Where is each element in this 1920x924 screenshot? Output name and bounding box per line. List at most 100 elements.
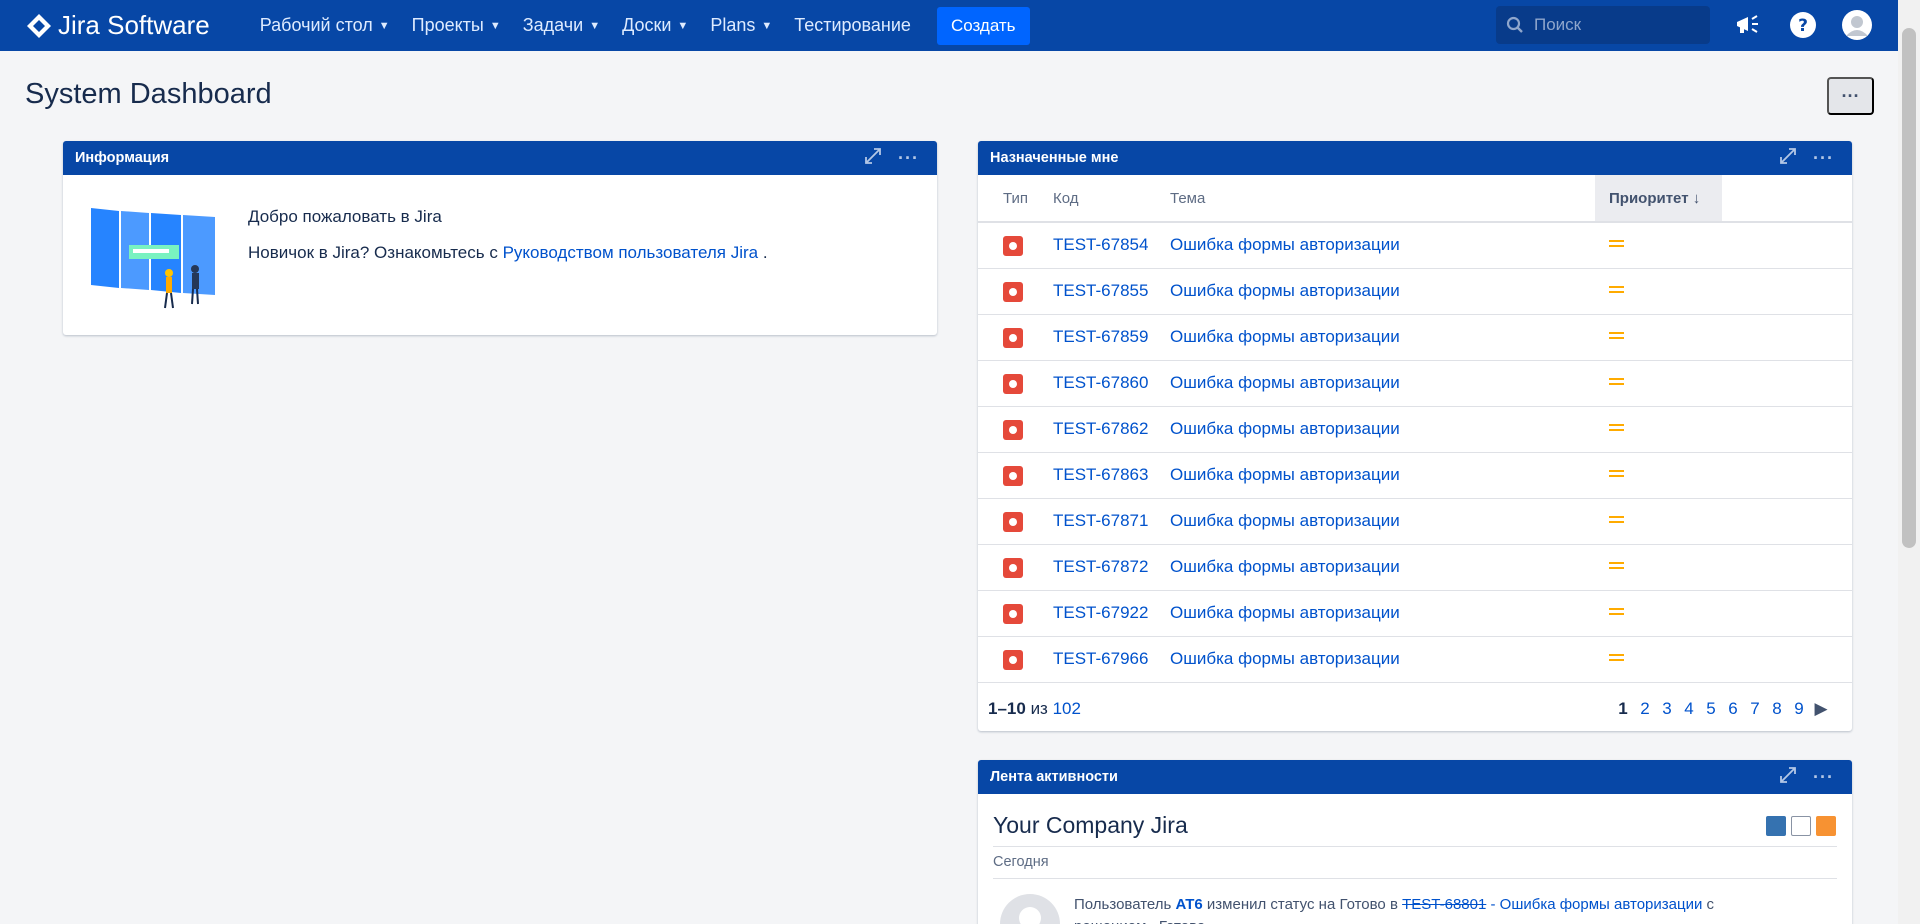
issue-key-link[interactable]: TEST-67862 — [1053, 419, 1148, 438]
boards-illustration — [91, 203, 221, 318]
newbie-text: Новичок в Jira? Ознакомьтесь с Руководст… — [248, 243, 768, 263]
nav-projects[interactable]: Проекты ▼ — [412, 15, 501, 36]
page-number-link[interactable]: 5 — [1704, 699, 1718, 719]
issue-priority-cell — [1595, 314, 1722, 361]
issue-summary-cell: Ошибка формы авторизации — [1170, 544, 1595, 591]
issue-summary-link[interactable]: Ошибка формы авторизации — [1170, 327, 1400, 346]
help-icon[interactable]: ? — [1788, 10, 1818, 40]
column-summary[interactable]: Тема — [1170, 175, 1595, 223]
issue-type-cell — [978, 360, 1053, 407]
issue-summary-cell: Ошибка формы авторизации — [1170, 452, 1595, 499]
maximize-icon[interactable] — [1779, 766, 1797, 788]
jira-diamond-icon — [27, 13, 51, 38]
column-key[interactable]: Код — [1053, 175, 1170, 223]
rss-feed-icon[interactable] — [1816, 816, 1836, 836]
page-number-link[interactable]: 9 — [1792, 699, 1806, 719]
user-avatar[interactable] — [1842, 10, 1872, 40]
bug-icon — [1003, 603, 1023, 624]
column-type[interactable]: Тип — [978, 175, 1053, 223]
dashboard-more-button[interactable]: ··· — [1827, 77, 1874, 115]
issue-key-link[interactable]: TEST-67859 — [1053, 327, 1148, 346]
results-total-link[interactable]: 102 — [1053, 699, 1081, 718]
issue-key-cell: TEST-67859 — [1053, 314, 1170, 361]
issue-key-link[interactable]: TEST-67872 — [1053, 557, 1148, 576]
bug-icon — [1003, 235, 1023, 256]
page-number-link[interactable]: 7 — [1748, 699, 1762, 719]
chevron-down-icon: ▼ — [589, 19, 601, 32]
table-row: TEST-67863 Ошибка формы авторизации — [978, 452, 1852, 499]
issue-summary-link[interactable]: Ошибка формы авторизации — [1170, 603, 1400, 622]
activity-entry: Пользователь AT6 изменил статус на Готов… — [1074, 894, 1714, 924]
entry-action: изменил статус на Готово в — [1206, 896, 1398, 913]
issue-key-link[interactable]: TEST-67860 — [1053, 373, 1148, 392]
issue-key-link[interactable]: TEST-67871 — [1053, 511, 1148, 530]
activity-issue-key-link[interactable]: TEST-68801 — [1402, 896, 1486, 913]
newbie-suffix: . — [762, 243, 768, 262]
priority-medium-icon — [1609, 513, 1624, 526]
table-row: TEST-67922 Ошибка формы авторизации — [978, 590, 1852, 637]
maximize-icon[interactable] — [864, 147, 882, 169]
search-input[interactable] — [1534, 15, 1694, 35]
page-number-link[interactable]: 2 — [1638, 699, 1652, 719]
bug-icon — [1003, 281, 1023, 302]
search-box[interactable] — [1496, 6, 1710, 44]
announcements-icon[interactable] — [1733, 10, 1763, 40]
jira-logo[interactable]: Jira Software — [26, 10, 210, 41]
issue-priority-cell — [1595, 498, 1722, 545]
next-page-icon[interactable]: ▶ — [1814, 699, 1828, 719]
issue-key-cell: TEST-67862 — [1053, 406, 1170, 453]
issue-key-link[interactable]: TEST-67863 — [1053, 465, 1148, 484]
nav-boards[interactable]: Доски ▼ — [622, 15, 688, 36]
activity-user-link[interactable]: AT6 — [1176, 896, 1203, 913]
issue-summary-link[interactable]: Ошибка формы авторизации — [1170, 649, 1400, 668]
issue-summary-link[interactable]: Ошибка формы авторизации — [1170, 557, 1400, 576]
page-number-link[interactable]: 6 — [1726, 699, 1740, 719]
scrollbar-thumb[interactable] — [1902, 28, 1916, 548]
more-options-icon[interactable]: ··· — [1813, 767, 1834, 788]
search-icon — [1506, 16, 1523, 33]
activity-user-avatar — [1000, 894, 1060, 924]
issue-summary-link[interactable]: Ошибка формы авторизации — [1170, 281, 1400, 300]
nav-plans[interactable]: Plans ▼ — [710, 15, 772, 36]
issue-summary-link[interactable]: Ошибка формы авторизации — [1170, 235, 1400, 254]
page-number-link[interactable]: 1 — [1616, 699, 1630, 719]
assigned-to-me-gadget: Назначенные мне ··· Тип Код Тема Приорит… — [978, 141, 1852, 731]
column-priority[interactable]: Приоритет ↓ — [1595, 175, 1722, 223]
issue-type-cell — [978, 498, 1053, 545]
nav-testing-label: Тестирование — [794, 15, 911, 35]
user-guide-link[interactable]: Руководством пользователя Jira — [503, 243, 759, 262]
issue-summary-link[interactable]: Ошибка формы авторизации — [1170, 511, 1400, 530]
row-spacer — [1722, 590, 1852, 637]
table-row: TEST-67862 Ошибка формы авторизации — [978, 406, 1852, 453]
priority-medium-icon — [1609, 237, 1624, 250]
maximize-icon[interactable] — [1779, 147, 1797, 169]
issue-key-cell: TEST-67854 — [1053, 222, 1170, 269]
issue-summary-link[interactable]: Ошибка формы авторизации — [1170, 465, 1400, 484]
more-options-icon[interactable]: ··· — [898, 148, 919, 169]
issue-key-link[interactable]: TEST-67854 — [1053, 235, 1148, 254]
activity-issue-summary-link[interactable]: - Ошибка формы авторизации — [1490, 896, 1702, 913]
page-number-link[interactable]: 4 — [1682, 699, 1696, 719]
newbie-prefix: Новичок в Jira? Ознакомьтесь с — [248, 243, 498, 262]
issue-summary-link[interactable]: Ошибка формы авторизации — [1170, 419, 1400, 438]
issue-key-link[interactable]: TEST-67966 — [1053, 649, 1148, 668]
create-button[interactable]: Создать — [936, 6, 1030, 45]
nav-testing[interactable]: Тестирование — [794, 15, 911, 36]
issue-key-link[interactable]: TEST-67922 — [1053, 603, 1148, 622]
bug-icon — [1003, 557, 1023, 578]
issue-summary-link[interactable]: Ошибка формы авторизации — [1170, 373, 1400, 392]
page-number-link[interactable]: 3 — [1660, 699, 1674, 719]
nav-plans-label: Plans — [710, 15, 756, 35]
nav-issues[interactable]: Задачи ▼ — [523, 15, 600, 36]
gadget-header: Информация ··· — [63, 141, 937, 175]
nav-dashboards[interactable]: Рабочий стол ▼ — [260, 15, 390, 36]
priority-medium-icon — [1609, 283, 1624, 296]
issue-key-link[interactable]: TEST-67855 — [1053, 281, 1148, 300]
table-row: TEST-67855 Ошибка формы авторизации — [978, 268, 1852, 315]
full-view-icon[interactable] — [1766, 816, 1786, 836]
page-number-link[interactable]: 8 — [1770, 699, 1784, 719]
more-options-icon[interactable]: ··· — [1813, 148, 1834, 169]
row-spacer — [1722, 544, 1852, 591]
page-scrollbar[interactable] — [1898, 0, 1920, 924]
list-view-icon[interactable] — [1791, 816, 1811, 836]
